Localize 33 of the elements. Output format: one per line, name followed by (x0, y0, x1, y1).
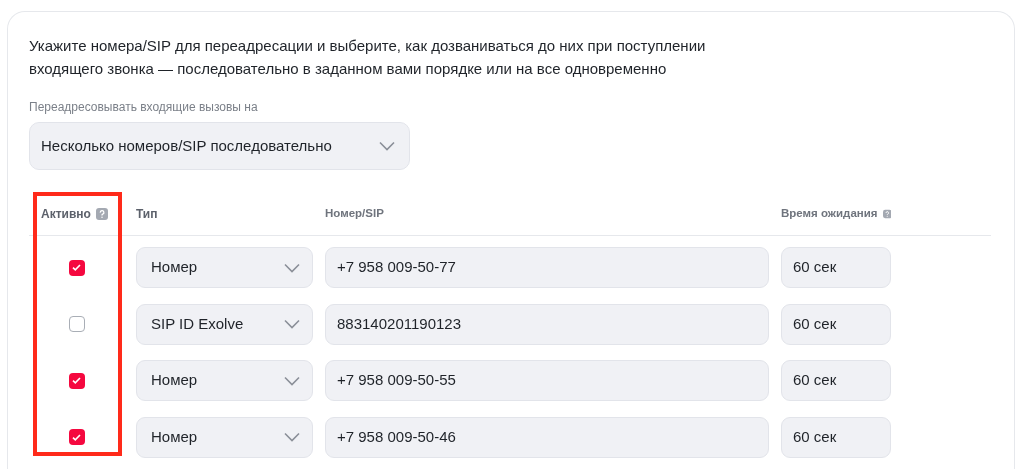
chevron-down-icon (284, 375, 300, 386)
checkbox[interactable] (68, 316, 85, 332)
type-select[interactable]: Номер (136, 416, 313, 458)
help-icon[interactable] (95, 207, 108, 220)
timeout-field[interactable]: 60 сек (781, 247, 891, 288)
checkbox[interactable] (68, 429, 85, 445)
check-icon (72, 264, 81, 271)
number-field[interactable]: +7 958 009-50-77 (325, 247, 769, 288)
field-label: Переадресовывать входящие вызовы на (29, 99, 258, 116)
chevron-down-icon (284, 262, 300, 273)
type-select[interactable]: SIP ID Exolve (136, 303, 313, 345)
number-field[interactable]: +7 958 009-50-55 (325, 360, 769, 401)
checkbox[interactable] (68, 372, 85, 389)
number-field[interactable]: +7 958 009-50-46 (325, 416, 769, 458)
timeout-field[interactable]: 60 сек (781, 360, 891, 401)
type-select[interactable]: Номер (136, 360, 313, 401)
timeout-field[interactable]: 60 сек (781, 303, 891, 345)
chevron-down-icon (284, 432, 300, 442)
chevron-down-icon (379, 141, 395, 151)
column-header: Активно (41, 205, 91, 223)
help-icon[interactable] (882, 207, 891, 220)
checkbox[interactable] (68, 259, 85, 276)
column-header: Номер/SIP (325, 205, 384, 221)
forward-select[interactable]: Несколько номеров/SIP последовательно (29, 122, 410, 170)
check-icon (72, 377, 81, 384)
type-select[interactable]: Номер (136, 247, 313, 288)
timeout-field[interactable]: 60 сек (781, 416, 891, 458)
check-icon (72, 433, 81, 441)
column-header: Время ожидания (781, 205, 878, 221)
chevron-down-icon (284, 319, 300, 329)
intro-text: Укажите номера/SIP для переадресации и выберите, как дозваниваться до них при поступлении входящего звонка — последовательно в заданном вами порядке или на все одновременно (29, 36, 707, 79)
column-header: Тип (136, 205, 158, 223)
number-field[interactable]: 883140201190123 (325, 303, 769, 345)
